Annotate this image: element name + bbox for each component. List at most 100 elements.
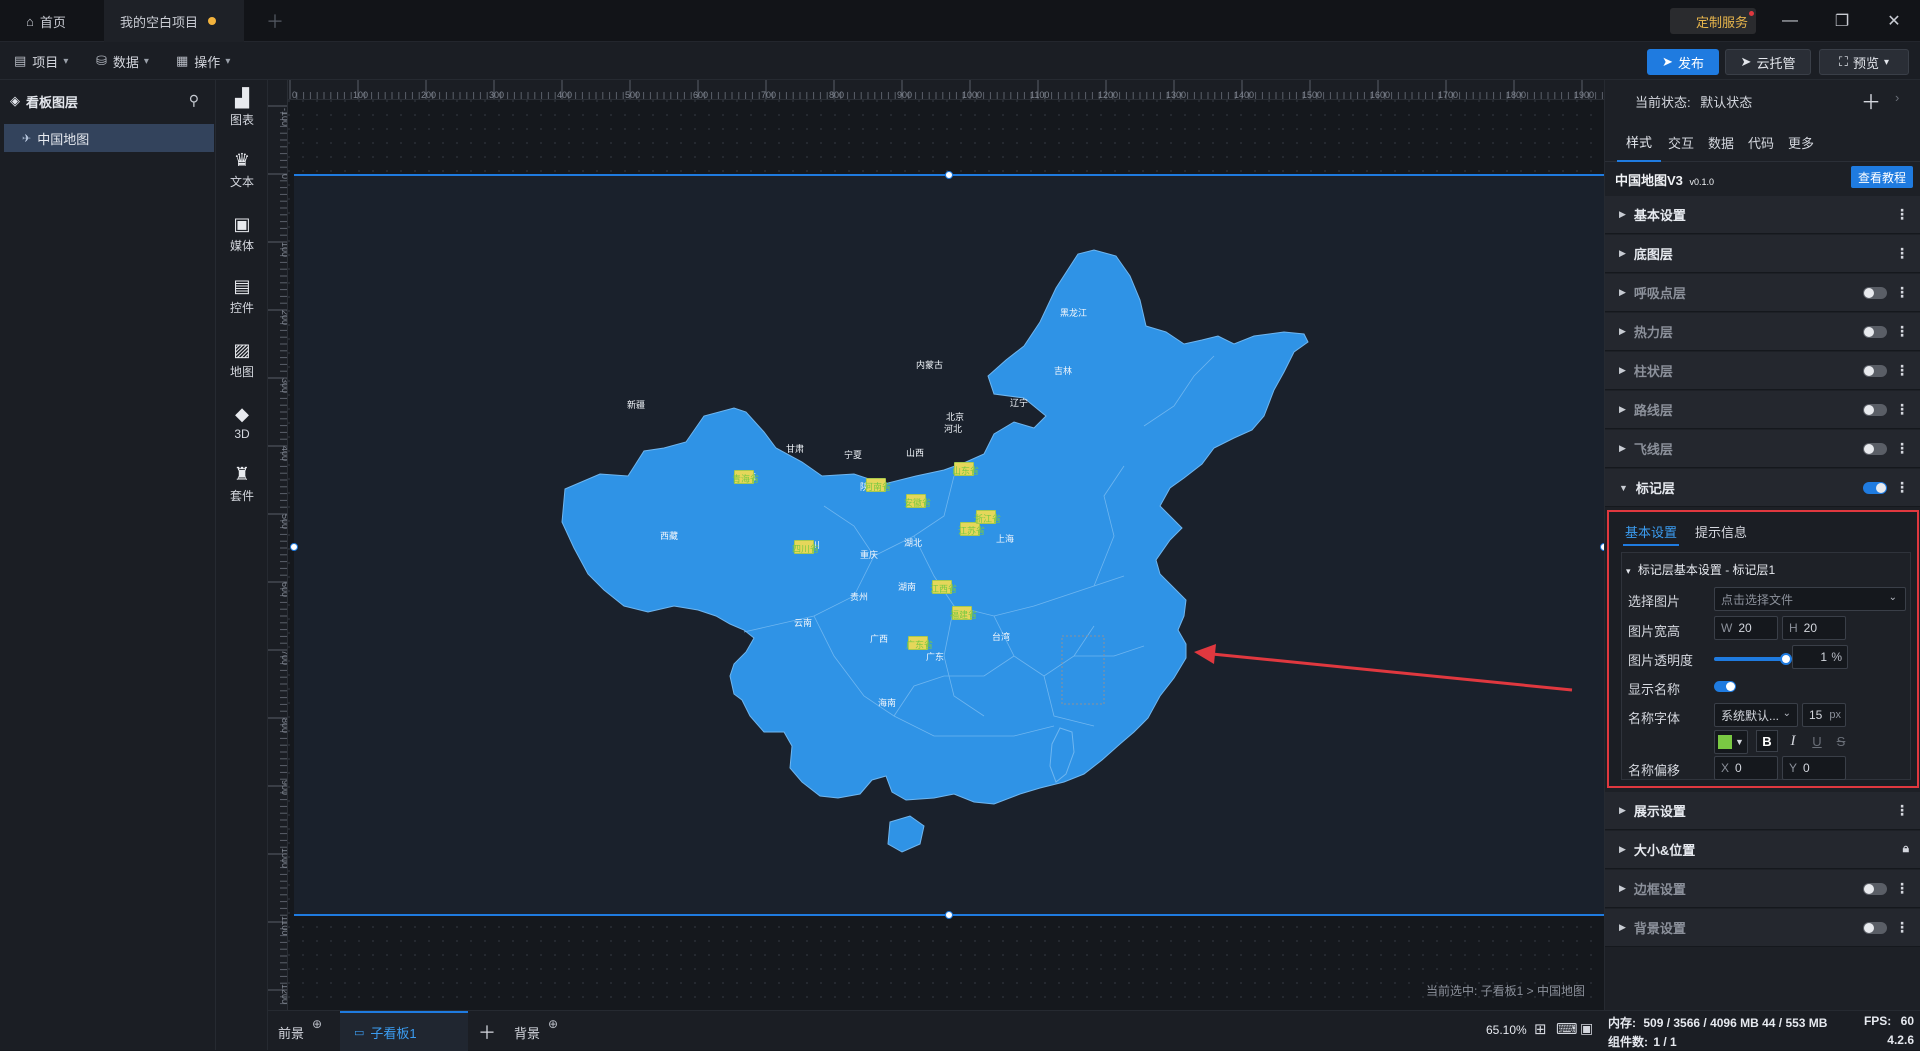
terminal-icon[interactable]: ▣ [1580, 1020, 1593, 1037]
marker-tab-tooltip[interactable]: 提示信息 [1695, 522, 1747, 541]
section-background[interactable]: ▶ 背景设置 ⋮ [1605, 909, 1920, 947]
tab-home[interactable]: ⌂ 首页 [10, 0, 102, 42]
scene-foreground-tab[interactable]: 前景 [278, 1023, 304, 1042]
zoom-level[interactable]: 65.10% [1486, 1023, 1527, 1037]
scene-background-tab[interactable]: 背景 [514, 1023, 540, 1042]
new-tab-button[interactable]: ＋ [250, 0, 286, 42]
china-map-shape[interactable] [561, 249, 1309, 805]
ruler-label: 1100 [1030, 90, 1049, 100]
menu-project[interactable]: ▤ 项目 ▾ [14, 42, 68, 80]
more-vertical-icon[interactable]: ⋮ [1895, 401, 1909, 418]
rail-item-control[interactable]: ▤ 控件 [216, 268, 268, 324]
more-vertical-icon[interactable]: ⋮ [1895, 802, 1909, 819]
add-circle-icon[interactable]: ⊕ [548, 1017, 558, 1031]
more-vertical-icon[interactable]: ⋮ [1895, 284, 1909, 301]
layer-toggle[interactable] [1863, 404, 1887, 416]
border-toggle[interactable] [1863, 883, 1887, 895]
offset-y-input[interactable]: Y 0 [1782, 756, 1846, 780]
image-height-input[interactable]: H 20 [1782, 616, 1846, 640]
menu-data[interactable]: ⛁ 数据 ▾ [96, 42, 149, 80]
scene-subboard-tab[interactable]: ▭ 子看板1 [340, 1011, 468, 1051]
layer-toggle[interactable] [1863, 365, 1887, 377]
hainan-shape[interactable] [887, 815, 925, 853]
rail-item-kit[interactable]: ♜ 套件 [216, 456, 268, 512]
section-heat-layer[interactable]: ▶ 热力层 ⋮ [1605, 313, 1920, 351]
layer-toggle[interactable] [1863, 287, 1887, 299]
publish-button[interactable]: ➤ 发布 [1647, 49, 1719, 75]
section-bar-layer[interactable]: ▶ 柱状层 ⋮ [1605, 352, 1920, 390]
resize-handle[interactable] [945, 171, 953, 179]
select-image-field[interactable]: 点击选择文件 ⌄ [1714, 587, 1906, 611]
tab-code[interactable]: 代码 [1741, 122, 1781, 162]
italic-icon[interactable]: I [1782, 730, 1804, 752]
china-map[interactable] [294, 176, 1604, 918]
more-vertical-icon[interactable]: ⋮ [1895, 362, 1909, 379]
chevron-right-icon[interactable]: › [1895, 90, 1899, 105]
section-breath-layer[interactable]: ▶ 呼吸点层 ⋮ [1605, 274, 1920, 312]
minimize-button[interactable]: — [1764, 0, 1816, 42]
artboard[interactable]: 新疆 西藏 甘肃 青海 内蒙古 黑龙江 吉林 辽宁 北京 河北 山西 宁夏 陕西… [290, 171, 1608, 919]
rail-item-text[interactable]: ♛ 文本 [216, 142, 268, 198]
marker-tab-basic[interactable]: 基本设置 [1623, 520, 1680, 546]
background-toggle[interactable] [1863, 922, 1887, 934]
add-circle-icon[interactable]: ⊕ [312, 1017, 322, 1031]
preview-button[interactable]: ⛶ 预览 ▾ [1819, 49, 1909, 75]
add-state-button[interactable]: ＋ [1861, 86, 1881, 115]
resize-handle[interactable] [290, 543, 298, 551]
bold-icon[interactable]: B [1756, 730, 1778, 752]
more-vertical-icon[interactable]: ⋮ [1895, 440, 1909, 457]
section-route-layer[interactable]: ▶ 路线层 ⋮ [1605, 391, 1920, 429]
opacity-input[interactable]: 1 % [1792, 645, 1848, 669]
more-vertical-icon[interactable]: ⋮ [1895, 880, 1909, 897]
section-basic[interactable]: ▶ 基本设置 ⋮ [1605, 196, 1920, 234]
font-family-select[interactable]: 系统默认... ⌄ [1714, 703, 1798, 727]
keyboard-icon[interactable]: ⌨ [1556, 1020, 1578, 1038]
layer-toggle[interactable] [1863, 326, 1887, 338]
opacity-slider-knob[interactable] [1780, 653, 1792, 665]
more-vertical-icon[interactable]: ⋮ [1895, 479, 1909, 496]
more-vertical-icon[interactable]: ⋮ [1895, 919, 1909, 936]
rail-item-media[interactable]: ▣ 媒体 [216, 206, 268, 262]
tab-project[interactable]: 我的空白项目 [104, 0, 244, 42]
section-size-position[interactable]: ▶ 大小&位置 🔒︎ [1605, 831, 1920, 869]
resize-handle[interactable] [945, 911, 953, 919]
offset-x-input[interactable]: X 0 [1714, 756, 1778, 780]
tab-style[interactable]: 样式 [1617, 122, 1661, 162]
show-name-toggle[interactable] [1714, 681, 1736, 692]
more-vertical-icon[interactable]: ⋮ [1895, 245, 1909, 262]
custom-service-button[interactable]: 定制服务 [1670, 8, 1757, 34]
strikethrough-icon[interactable]: S [1830, 730, 1852, 752]
search-icon[interactable]: ⚲ [189, 92, 199, 109]
image-width-input[interactable]: W 20 [1714, 616, 1778, 640]
rail-item-3d[interactable]: ◆ 3D [216, 394, 268, 450]
tutorial-button[interactable]: 查看教程 [1851, 166, 1913, 188]
opacity-slider[interactable] [1714, 653, 1792, 665]
rail-item-chart[interactable]: ▟ 图表 [216, 80, 268, 136]
restore-button[interactable]: ❐ [1816, 0, 1868, 42]
close-button[interactable]: ✕ [1868, 0, 1920, 42]
marker-group-header[interactable]: ▾ 标记层基本设置 - 标记层1 [1626, 561, 1775, 578]
section-border[interactable]: ▶ 边框设置 ⋮ [1605, 870, 1920, 908]
more-vertical-icon[interactable]: ⋮ [1895, 206, 1909, 223]
section-display[interactable]: ▶ 展示设置 ⋮ [1605, 792, 1920, 830]
section-marker-layer[interactable]: ▼ 标记层 ⋮ [1605, 469, 1920, 507]
tab-interaction[interactable]: 交互 [1661, 122, 1701, 162]
menu-operation-label: 操作 [194, 54, 221, 70]
section-base-layer[interactable]: ▶ 底图层 ⋮ [1605, 235, 1920, 273]
underline-icon[interactable]: U [1806, 730, 1828, 752]
font-size-input[interactable]: 15 px [1802, 703, 1846, 727]
layer-toggle[interactable] [1863, 443, 1887, 455]
add-scene-button[interactable]: ＋ [478, 1019, 496, 1045]
rail-item-map[interactable]: ▨ 地图 [216, 332, 268, 388]
fit-screen-icon[interactable]: ⊞ [1534, 1020, 1547, 1038]
font-color-picker[interactable]: ▼ [1714, 730, 1748, 754]
tab-data[interactable]: 数据 [1701, 122, 1741, 162]
layer-item[interactable]: ✈ 中国地图 [4, 124, 214, 152]
menu-operation[interactable]: ▦ 操作 ▾ [176, 42, 230, 80]
layer-toggle[interactable] [1863, 482, 1887, 494]
lock-icon[interactable]: 🔒︎ [1903, 841, 1909, 856]
more-vertical-icon[interactable]: ⋮ [1895, 323, 1909, 340]
tab-more[interactable]: 更多 [1781, 122, 1821, 162]
cloud-host-button[interactable]: ➤ 云托管 [1725, 49, 1811, 75]
section-fly-layer[interactable]: ▶ 飞线层 ⋮ [1605, 430, 1920, 468]
